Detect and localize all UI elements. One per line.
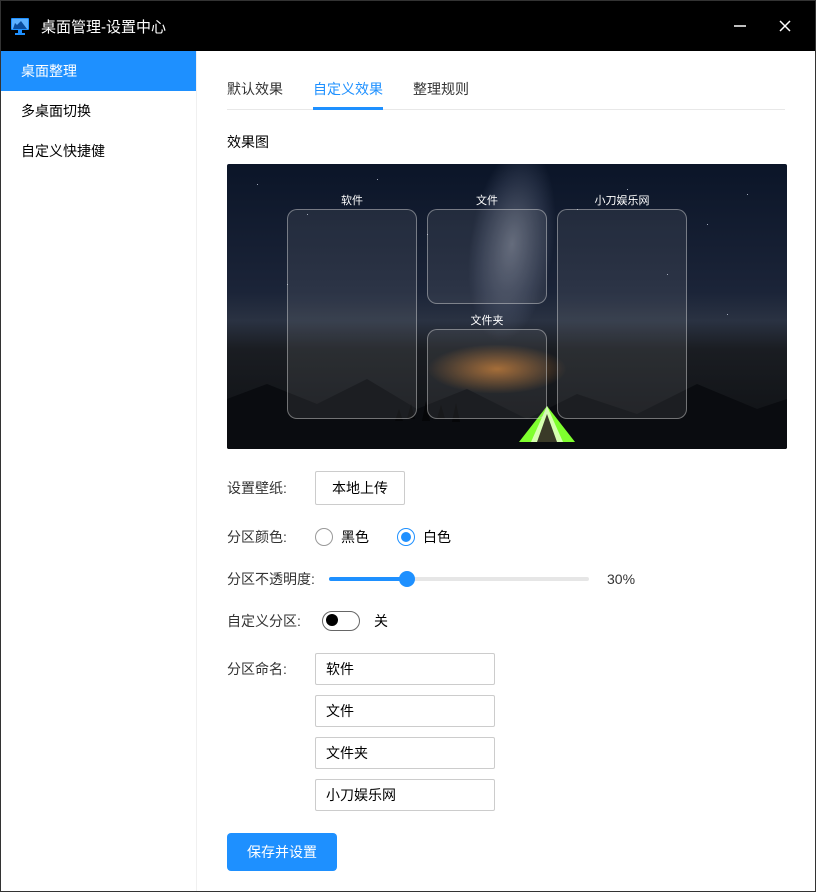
preview-image: 软件 文件 文件夹 小刀娱乐网 <box>227 164 787 449</box>
sidebar: 桌面整理 多桌面切换 自定义快捷健 <box>1 51 197 891</box>
tabs: 默认效果 自定义效果 整理规则 <box>227 69 785 110</box>
opacity-value: 30% <box>607 571 635 587</box>
radio-white[interactable]: 白色 <box>397 527 451 547</box>
titlebar: 桌面管理-设置中心 <box>1 1 815 51</box>
opacity-slider[interactable] <box>329 577 589 581</box>
tab-custom-effect[interactable]: 自定义效果 <box>313 69 383 109</box>
preview-section-label: 效果图 <box>227 132 785 152</box>
zone-name-input-2[interactable] <box>315 695 495 727</box>
zone-name-input-4[interactable] <box>315 779 495 811</box>
sidebar-item-custom-shortcut[interactable]: 自定义快捷健 <box>1 131 196 171</box>
custom-zone-label: 自定义分区: <box>227 611 322 631</box>
window-title: 桌面管理-设置中心 <box>41 16 717 37</box>
zone-name-input-1[interactable] <box>315 653 495 685</box>
zone-color-label: 分区颜色: <box>227 527 315 547</box>
zone-names-label: 分区命名: <box>227 653 315 679</box>
preview-zone-label: 小刀娱乐网 <box>595 192 650 208</box>
wallpaper-label: 设置壁纸: <box>227 478 315 498</box>
radio-white-label: 白色 <box>423 527 451 547</box>
app-icon <box>9 15 31 37</box>
tab-organize-rules[interactable]: 整理规则 <box>413 69 469 109</box>
custom-zone-state: 关 <box>374 611 388 631</box>
tab-default-effect[interactable]: 默认效果 <box>227 69 283 109</box>
minimize-button[interactable] <box>717 1 762 51</box>
close-button[interactable] <box>762 1 807 51</box>
zone-name-input-3[interactable] <box>315 737 495 769</box>
opacity-label: 分区不透明度: <box>227 569 329 589</box>
preview-zone-label: 软件 <box>341 192 363 208</box>
custom-zone-toggle[interactable] <box>322 611 360 631</box>
save-button[interactable]: 保存并设置 <box>227 833 337 871</box>
radio-black[interactable]: 黑色 <box>315 527 369 547</box>
sidebar-item-multi-desktop[interactable]: 多桌面切换 <box>1 91 196 131</box>
preview-zone-label: 文件夹 <box>471 312 504 328</box>
sidebar-item-desktop-organize[interactable]: 桌面整理 <box>1 51 196 91</box>
radio-black-label: 黑色 <box>341 527 369 547</box>
preview-zone-label: 文件 <box>476 192 498 208</box>
upload-wallpaper-button[interactable]: 本地上传 <box>315 471 405 505</box>
main-content: 默认效果 自定义效果 整理规则 效果图 <box>197 51 815 891</box>
